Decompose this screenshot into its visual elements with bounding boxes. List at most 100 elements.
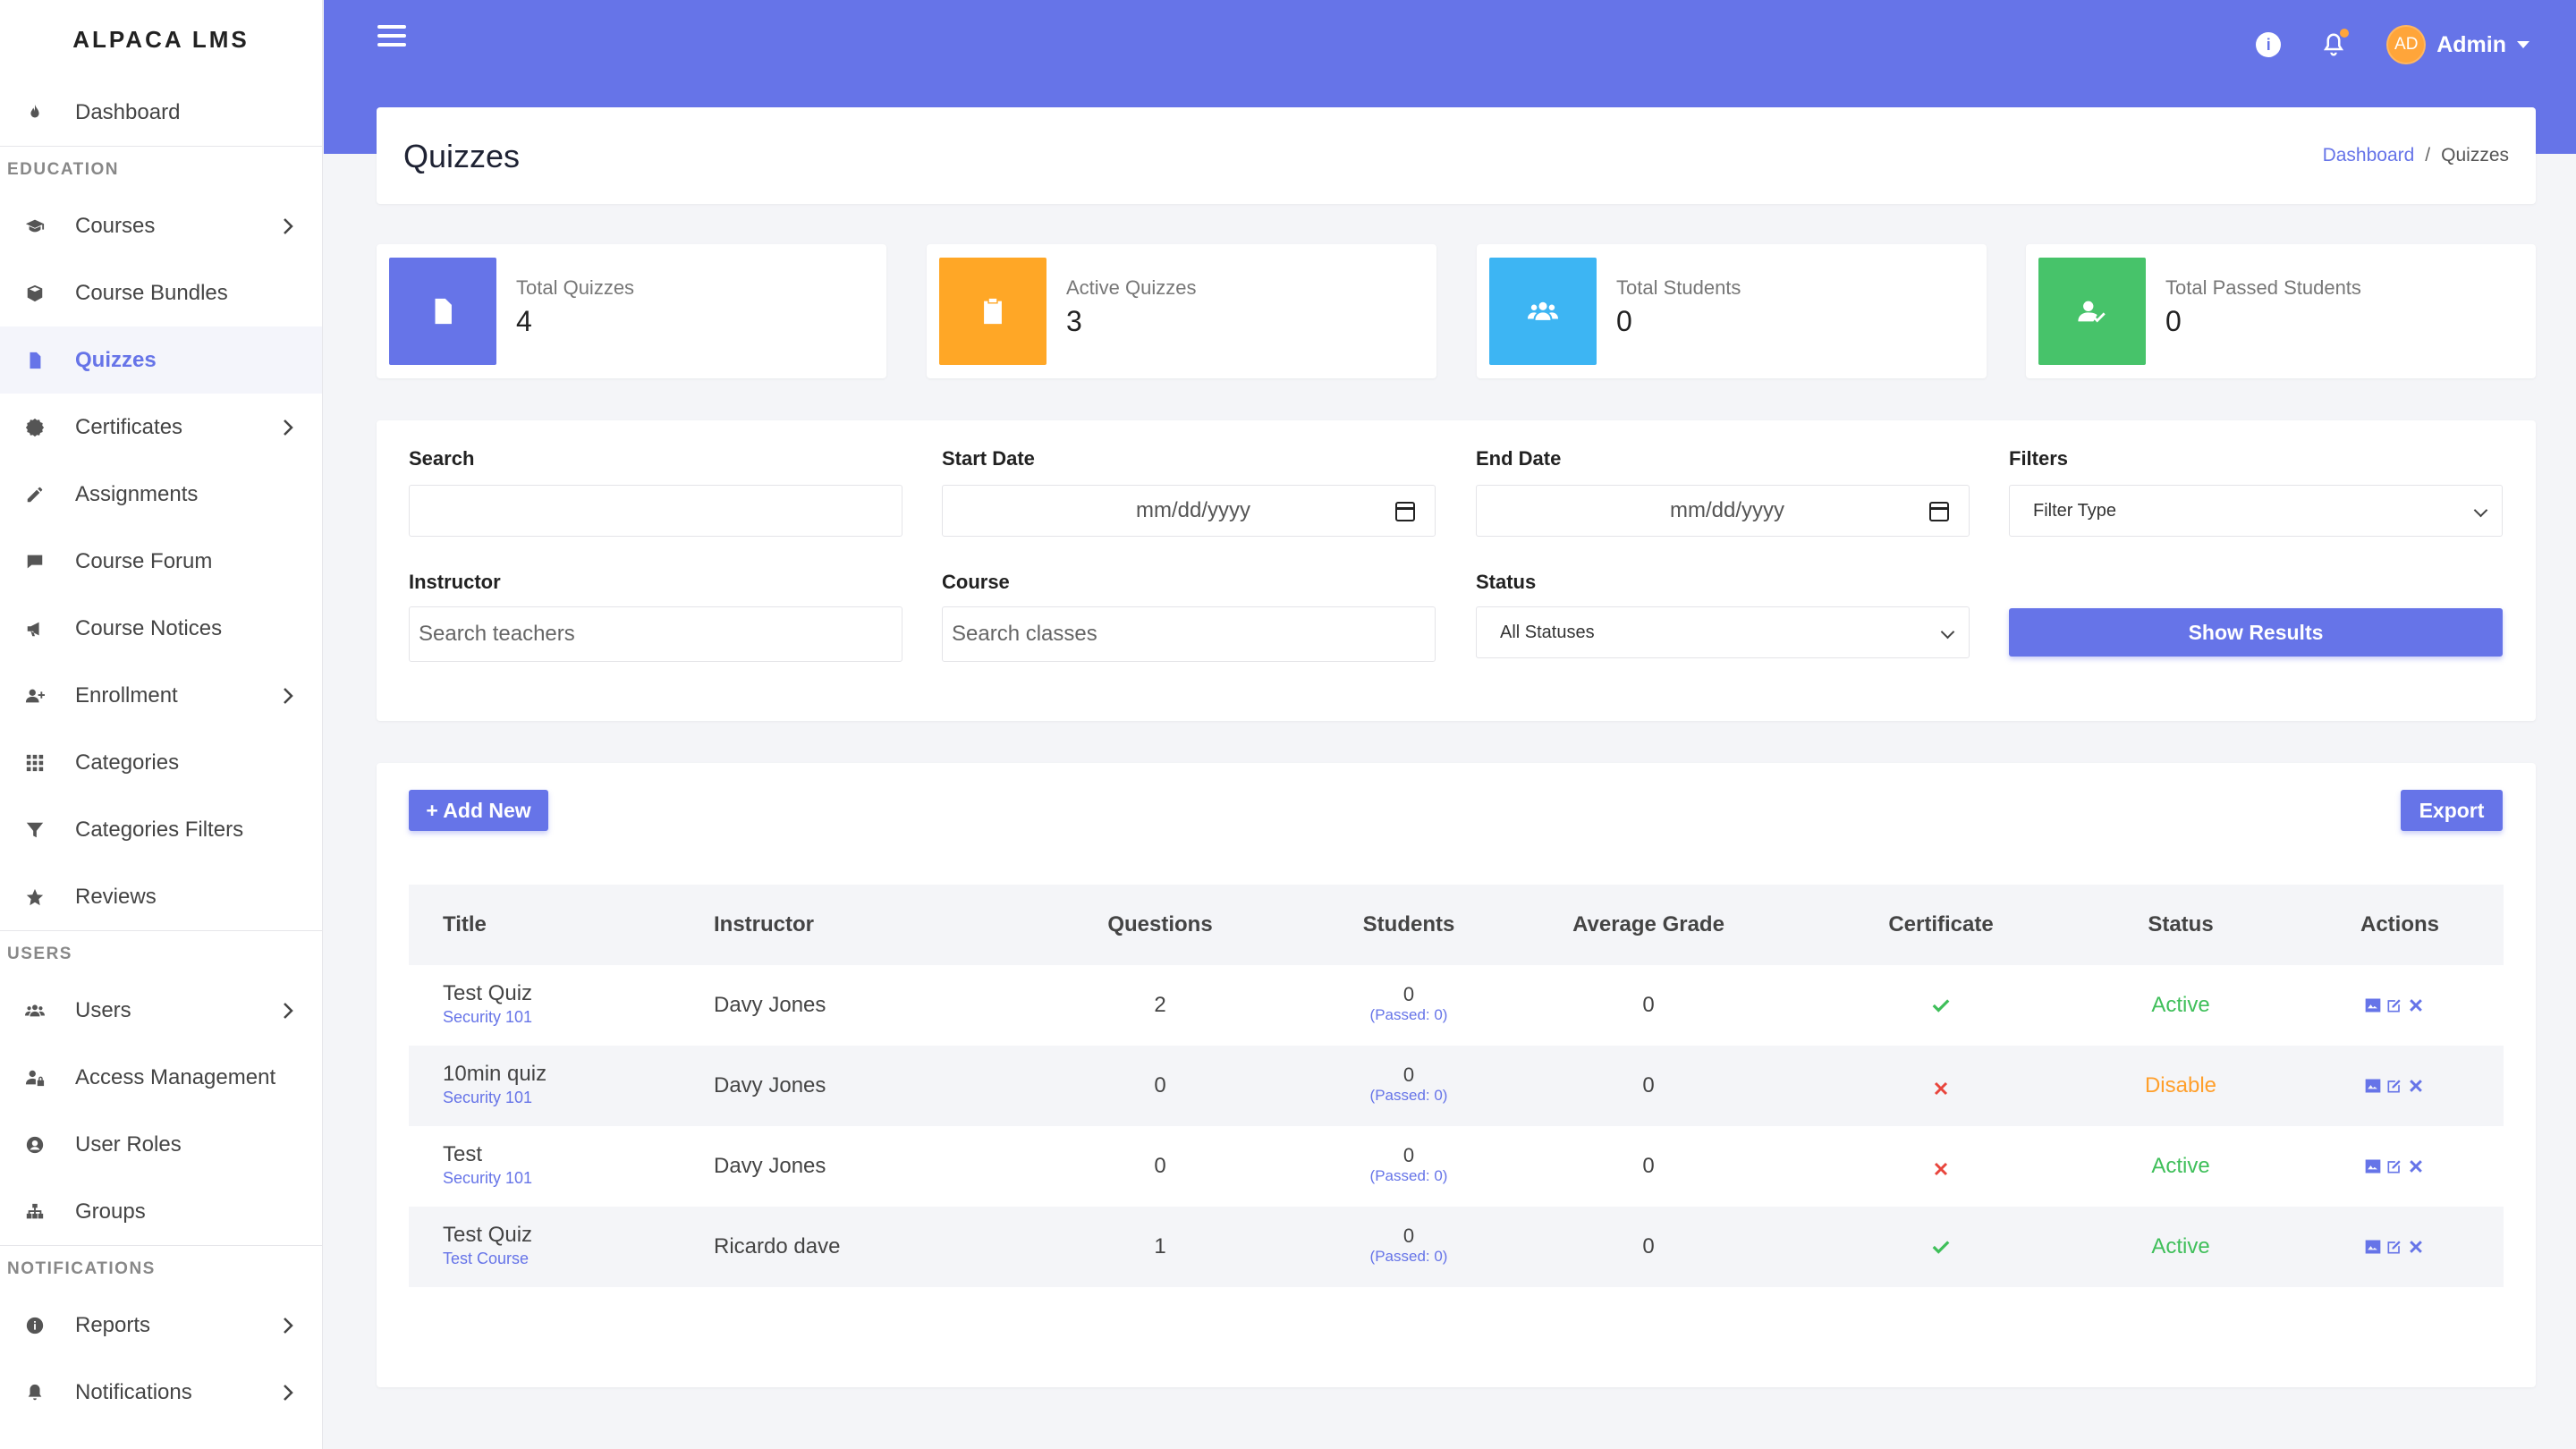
quiz-questions: 1 — [1154, 1234, 1166, 1258]
quiz-title[interactable]: Test Quiz — [443, 981, 532, 1006]
quiz-students: 0 — [1402, 1144, 1415, 1166]
menu-toggle-icon[interactable] — [377, 25, 406, 48]
edit-icon[interactable] — [2385, 1157, 2403, 1182]
show-results-button[interactable]: Show Results — [2009, 608, 2503, 657]
status-badge: Active — [2151, 1234, 2210, 1258]
end-date-input[interactable]: mm/dd/yyyy — [1476, 485, 1970, 537]
sidebar-item-label: Quizzes — [75, 347, 157, 372]
section-education: EDUCATION — [0, 146, 322, 192]
sidebar-item-course-notices[interactable]: Course Notices — [0, 595, 322, 662]
sidebar-item-categories-filters[interactable]: Categories Filters — [0, 796, 322, 863]
sidebar-item-categories[interactable]: Categories — [0, 729, 322, 796]
delete-icon[interactable] — [2407, 1237, 2425, 1262]
quiz-course-link[interactable]: Test Course — [443, 1250, 532, 1268]
delete-icon[interactable] — [2407, 996, 2425, 1021]
quiz-title[interactable]: Test Quiz — [443, 1223, 532, 1248]
stat-label: Active Quizzes — [1066, 276, 1197, 299]
info-icon[interactable]: i — [2256, 32, 2282, 57]
edit-icon[interactable] — [2385, 1237, 2403, 1262]
megaphone-icon — [23, 617, 47, 640]
start-date-input[interactable]: mm/dd/yyyy — [942, 485, 1436, 537]
sidebar-item-assignments[interactable]: Assignments — [0, 461, 322, 528]
view-icon[interactable] — [2364, 996, 2382, 1021]
sidebar: ALPACA LMS Dashboard EDUCATION Courses Co… — [0, 0, 323, 1449]
calendar-icon[interactable] — [1395, 502, 1415, 521]
export-button[interactable]: Export — [2401, 790, 2503, 831]
column-header-average-grade[interactable]: Average Grade — [1523, 885, 1774, 965]
sidebar-item-reports[interactable]: Reports — [0, 1292, 322, 1359]
search-input[interactable] — [409, 485, 902, 537]
breadcrumb: Dashboard / Quizzes — [2323, 145, 2509, 166]
graduation-cap-icon — [23, 215, 47, 238]
sidebar-item-course-bundles[interactable]: Course Bundles — [0, 259, 322, 326]
status-select[interactable]: All Statuses — [1476, 606, 1970, 658]
grid-icon — [23, 751, 47, 775]
file-icon — [389, 258, 496, 365]
chevron-down-icon[interactable] — [2517, 41, 2529, 48]
quiz-students: 0 — [1402, 983, 1415, 1005]
quiz-students: 0 — [1402, 1224, 1415, 1247]
sidebar-item-courses[interactable]: Courses — [0, 192, 322, 259]
instructor-search-input[interactable]: Search teachers — [409, 606, 902, 662]
section-users: USERS — [0, 930, 322, 977]
sidebar-item-label: Dashboard — [75, 99, 181, 124]
sidebar-item-groups[interactable]: Groups — [0, 1178, 322, 1245]
sidebar-item-users[interactable]: Users — [0, 977, 322, 1044]
table-row[interactable]: 10min quiz Security 101 Davy Jones 0 0 (Passe… — [409, 1046, 2504, 1126]
sidebar-item-label: Course Forum — [75, 548, 213, 573]
calendar-icon[interactable] — [1929, 502, 1949, 521]
chevron-right-icon — [281, 1382, 295, 1403]
table-row[interactable]: Test Quiz Test Course Ricardo dave 1 0 (Passe… — [409, 1207, 2504, 1287]
sidebar-item-reviews[interactable]: Reviews — [0, 863, 322, 930]
table-row[interactable]: Test Security 101 Davy Jones 0 0 (Passed: 0) 0… — [409, 1126, 2504, 1207]
quiz-passed: (Passed: 0) — [1369, 1167, 1448, 1184]
delete-icon[interactable] — [2407, 1076, 2425, 1101]
column-header-title[interactable]: Title — [443, 885, 487, 965]
topbar-actions: i AD Admin — [2256, 25, 2529, 64]
stat-card-active-quizzes: Active Quizzes 3 — [927, 244, 1436, 378]
table-row[interactable]: Test Quiz Security 101 Davy Jones 2 0 (Passed… — [409, 965, 2504, 1046]
quiz-students-cell: 0 (Passed: 0) — [1306, 1144, 1512, 1185]
delete-icon[interactable] — [2407, 1157, 2425, 1182]
column-header-students[interactable]: Students — [1306, 885, 1512, 965]
view-icon[interactable] — [2364, 1076, 2382, 1101]
sidebar-item-certificates[interactable]: Certificates — [0, 394, 322, 461]
stat-label: Total Students — [1616, 276, 1741, 299]
edit-icon[interactable] — [2385, 1076, 2403, 1101]
sidebar-item-course-forum[interactable]: Course Forum — [0, 528, 322, 595]
sidebar-item-enrollment[interactable]: Enrollment — [0, 662, 322, 729]
user-name[interactable]: Admin — [2436, 32, 2506, 58]
page-title: Quizzes — [403, 138, 521, 174]
column-header-questions[interactable]: Questions — [1057, 885, 1263, 965]
course-search-input[interactable]: Search classes — [942, 606, 1436, 662]
breadcrumb-home-link[interactable]: Dashboard — [2323, 145, 2415, 165]
avatar[interactable]: AD — [2386, 25, 2427, 64]
edit-icon[interactable] — [2385, 996, 2403, 1021]
quiz-course-link[interactable]: Security 101 — [443, 1089, 547, 1107]
quizzes-table-card: + Add New Export Title Instructor Questi… — [377, 763, 2536, 1387]
quiz-students-cell: 0 (Passed: 0) — [1306, 983, 1512, 1024]
sidebar-item-quizzes[interactable]: Quizzes — [0, 326, 322, 394]
view-icon[interactable] — [2364, 1157, 2382, 1182]
sidebar-item-dashboard[interactable]: Dashboard — [0, 79, 322, 146]
filter-type-select[interactable]: Filter Type — [2009, 485, 2503, 537]
column-header-certificate[interactable]: Certificate — [1816, 885, 2066, 965]
column-header-instructor[interactable]: Instructor — [714, 885, 814, 965]
cross-icon — [1816, 1158, 2066, 1183]
view-icon[interactable] — [2364, 1237, 2382, 1262]
page-header: Quizzes Dashboard / Quizzes — [377, 107, 2536, 204]
quiz-title[interactable]: 10min quiz — [443, 1062, 547, 1087]
quiz-course-link[interactable]: Security 101 — [443, 1169, 532, 1188]
add-new-button[interactable]: + Add New — [409, 790, 548, 831]
quiz-course-link[interactable]: Security 101 — [443, 1008, 532, 1027]
quiz-title[interactable]: Test — [443, 1142, 532, 1167]
sidebar-item-label: Categories — [75, 750, 180, 775]
sidebar-item-notifications[interactable]: Notifications — [0, 1359, 322, 1426]
notification-bell-icon[interactable] — [2320, 29, 2350, 59]
sidebar-item-user-roles[interactable]: User Roles — [0, 1111, 322, 1178]
user-check-icon — [2038, 258, 2146, 365]
quiz-questions: 2 — [1154, 993, 1166, 1017]
users-nav: Users Access Management User Roles Groups — [0, 977, 322, 1245]
sidebar-item-access-management[interactable]: Access Management — [0, 1044, 322, 1111]
sidebar-item-label: User Roles — [75, 1131, 182, 1157]
